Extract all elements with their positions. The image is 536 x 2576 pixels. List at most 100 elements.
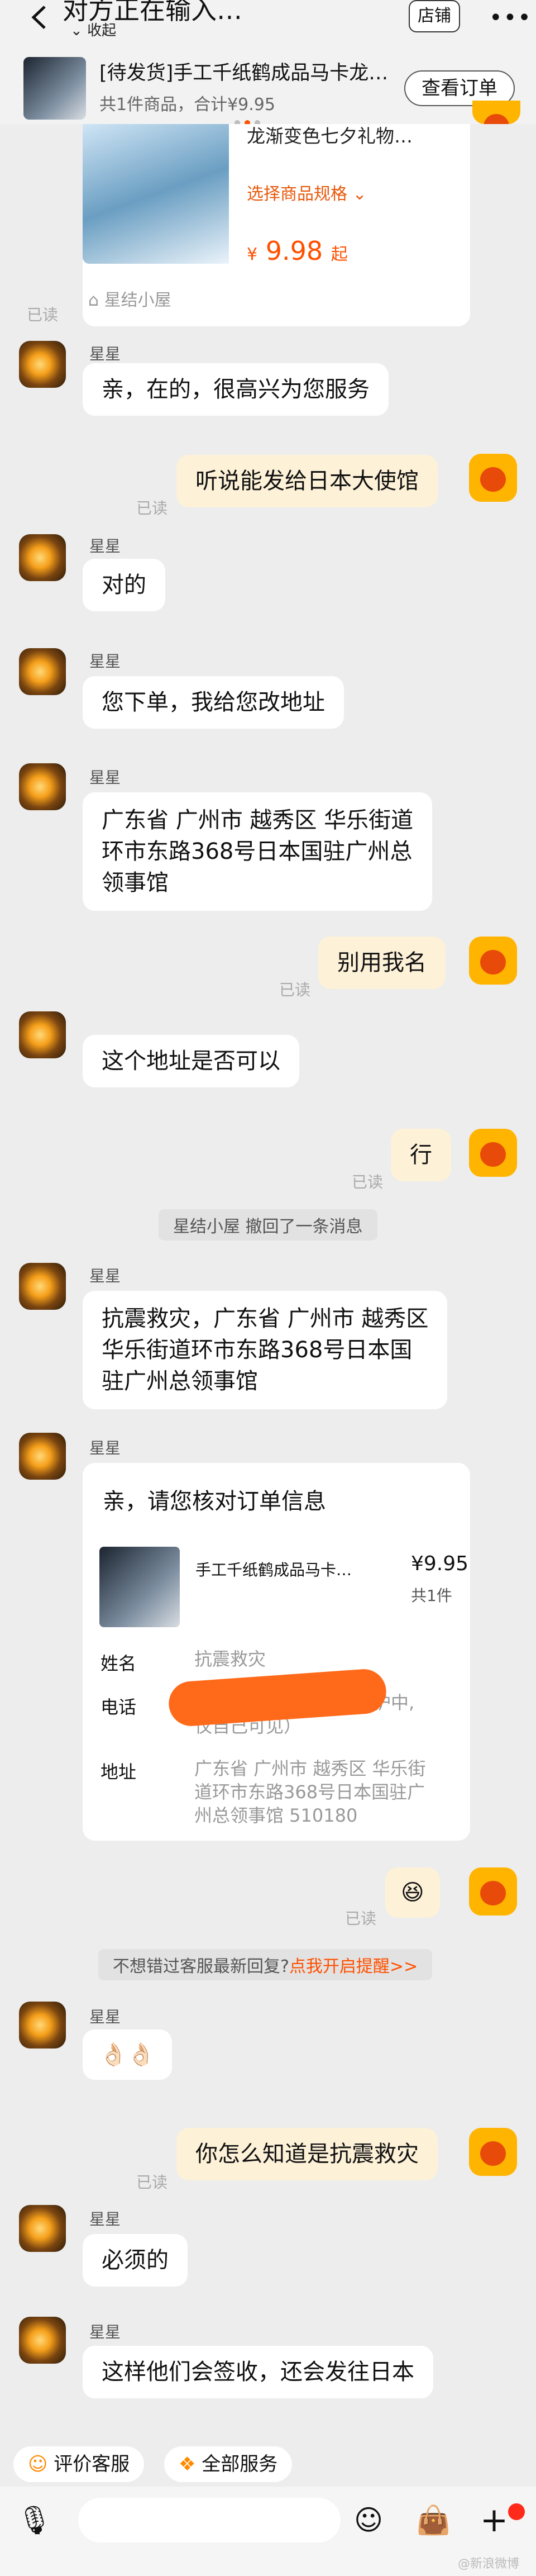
seller-avatar <box>19 341 66 388</box>
seller-avatar <box>19 534 66 581</box>
seller-avatar <box>19 1263 66 1310</box>
more-icon[interactable]: ••• <box>489 7 532 29</box>
message-line: 抗震救灾，广东省 广州市 越秀区 <box>102 1306 429 1332</box>
shopping-bag-icon[interactable]: 👜 <box>416 2503 451 2537</box>
sender-name: 星星 <box>89 2210 121 2228</box>
message-bubble: 这个地址是否可以 <box>83 1035 299 1087</box>
seller-avatar <box>19 1011 66 1058</box>
smiley-icon[interactable]: ☺ <box>352 2503 385 2537</box>
back-arrow-icon <box>31 6 46 29</box>
user-avatar <box>469 937 517 985</box>
read-receipt: 已读 <box>27 306 59 324</box>
notification-badge <box>508 2503 525 2520</box>
collapse-label: 收起 <box>87 22 117 39</box>
collapse-toggle[interactable]: ⌄ 收起 <box>70 19 116 40</box>
seller-avatar <box>19 2317 66 2364</box>
order-product-image <box>99 1547 180 1627</box>
redaction-scribble <box>167 1667 388 1728</box>
message-bubble: 亲，在的，很高兴为您服务 <box>83 363 389 416</box>
recall-notice: 星结小屋 撤回了一条消息 <box>159 1209 377 1241</box>
seller-avatar <box>19 648 66 695</box>
phone-label: 电话 <box>100 1696 137 1718</box>
message-bubble-self: 听说能发给日本大使馆 <box>176 455 438 507</box>
reminder-notice[interactable]: 不想错过客服最新回复?点我开启提醒>> <box>98 1949 433 1980</box>
watermark: @新浪微博 <box>458 2557 520 2571</box>
message-bubble-self: 你怎么知道是抗震救灾 <box>176 2128 438 2180</box>
message-bubble: 这样他们会签收，还会发往日本 <box>83 2346 433 2398</box>
order-product-name: 手工千纸鹤成品马卡… <box>195 1561 352 1579</box>
message-input[interactable] <box>78 2498 341 2542</box>
read-receipt: 已读 <box>136 499 168 517</box>
store-link[interactable]: ⌂ 星结小屋 <box>88 286 171 311</box>
seller-avatar <box>19 2205 66 2252</box>
order-confirm-title: 亲，请您核对订单信息 <box>103 1489 326 1514</box>
order-thumbnail <box>23 57 86 120</box>
plus-icon[interactable]: + <box>477 2503 511 2537</box>
order-banner-info: 共1件商品，合计¥9.95 <box>99 95 275 115</box>
user-avatar <box>469 1867 517 1916</box>
name-value: 抗震救灾 <box>194 1648 266 1670</box>
seller-avatar <box>19 2002 66 2049</box>
product-price: ¥ 9.98 起 <box>247 236 348 266</box>
sender-name: 星星 <box>89 537 121 555</box>
address-value: 广东省 广州市 越秀区 华乐街 道环市东路368号日本国驻广 州总领事馆 510… <box>194 1757 426 1827</box>
message-line: 领事馆 <box>102 870 169 896</box>
read-receipt: 已读 <box>352 1173 384 1191</box>
message-bubble: 抗震救灾，广东省 广州市 越秀区 华乐街道环市东路368号日本国 驻广州总领事馆 <box>83 1291 448 1409</box>
sender-name: 星星 <box>89 2323 121 2341</box>
reminder-text: 不想错过客服最新回复? <box>113 1957 289 1976</box>
seller-avatar <box>19 763 66 810</box>
order-product-price: ¥9.95 <box>411 1552 469 1575</box>
name-label: 姓名 <box>100 1653 137 1674</box>
all-services-button[interactable]: ❖ 全部服务 <box>164 2446 293 2482</box>
read-receipt: 已读 <box>136 2173 168 2192</box>
address-line: 州总领事馆 510180 <box>194 1805 358 1826</box>
sender-name: 星星 <box>89 2008 121 2026</box>
caret-down-icon: ⌄ <box>70 22 83 39</box>
chat-header: 对方正在输入… ⌄ 收起 店铺 ••• <box>0 0 536 46</box>
message-bubble: 对的 <box>83 559 165 611</box>
sender-name: 星星 <box>89 345 121 363</box>
message-line: 环市东路368号日本国驻广州总 <box>102 839 413 864</box>
enable-reminder-link[interactable]: 点我开启提醒>> <box>289 1957 418 1976</box>
order-confirm-card[interactable]: 亲，请您核对订单信息 手工千纸鹤成品马卡… ¥9.95 共1件 姓名 抗震救灾 … <box>83 1463 470 1841</box>
price-value: 9.98 <box>265 236 323 266</box>
address-line: 道环市东路368号日本国驻广 <box>194 1781 425 1803</box>
select-spec-link[interactable]: 选择商品规格 ⌄ <box>247 180 367 205</box>
address-line: 广东省 广州市 越秀区 华乐街 <box>194 1758 426 1779</box>
message-bubble: 👌🏻👌🏻 <box>83 2030 172 2080</box>
back-button[interactable] <box>28 3 50 31</box>
order-banner-name: [待发货]手工千纸鹤成品马卡龙… <box>99 62 389 84</box>
order-banner[interactable]: [待发货]手工千纸鹤成品马卡龙… 共1件商品，合计¥9.95 查看订单 <box>0 46 536 126</box>
sender-name: 星星 <box>89 1267 121 1285</box>
all-services-label: 全部服务 <box>202 2453 278 2475</box>
smile-icon: ☺ <box>28 2453 48 2475</box>
sender-name: 星星 <box>89 652 121 671</box>
address-label: 地址 <box>100 1761 137 1783</box>
store-button[interactable]: 店铺 <box>409 0 460 32</box>
product-card[interactable]: 龙渐变色七夕礼物… 选择商品规格 ⌄ ¥ 9.98 起 ⌂ 星结小屋 <box>83 124 470 326</box>
store-icon: ⌂ <box>88 291 99 310</box>
order-product-qty: 共1件 <box>411 1586 452 1605</box>
product-name: 龙渐变色七夕礼物… <box>247 125 413 147</box>
message-line: 驻广州总领事馆 <box>102 1368 258 1394</box>
price-symbol: ¥ <box>247 245 258 264</box>
user-avatar <box>472 101 520 124</box>
rate-service-button[interactable]: ☺ 评价客服 <box>13 2446 145 2482</box>
message-bubble-self: 别用我名 <box>318 937 446 989</box>
message-bubble-self: 😆 <box>385 1867 440 1918</box>
message-bubble-self: 行 <box>391 1129 451 1181</box>
seller-avatar <box>19 1433 66 1480</box>
message-bubble: 广东省 广州市 越秀区 华乐街道 环市东路368号日本国驻广州总 领事馆 <box>83 792 433 911</box>
store-name: 星结小屋 <box>104 291 171 310</box>
sender-name: 星星 <box>89 1439 121 1457</box>
read-receipt: 已读 <box>279 981 311 999</box>
message-line: 广东省 广州市 越秀区 华乐街道 <box>102 807 414 833</box>
message-bubble: 您下单，我给您改地址 <box>83 676 344 729</box>
price-suffix: 起 <box>331 245 348 264</box>
read-receipt: 已读 <box>345 1909 377 1928</box>
user-avatar <box>469 454 517 502</box>
microphone-icon[interactable]: 🎙 <box>17 2503 52 2537</box>
user-avatar <box>469 1129 517 1177</box>
grid-icon: ❖ <box>179 2453 196 2475</box>
